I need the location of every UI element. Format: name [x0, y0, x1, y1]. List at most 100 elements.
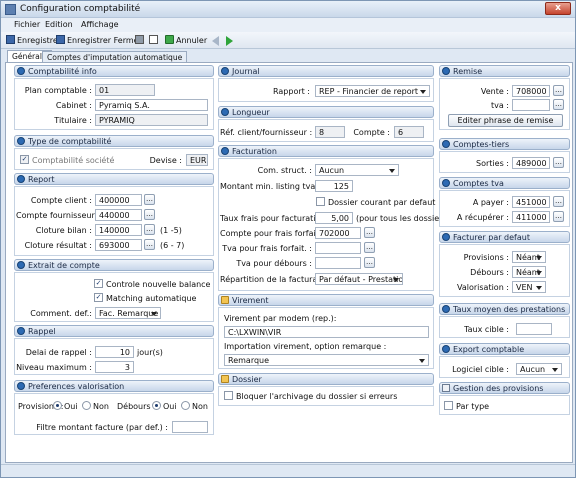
compte-frais-field[interactable]: 702000: [315, 227, 361, 239]
debours-oui-label: Oui: [163, 402, 177, 411]
tva-debours-lookup-button[interactable]: …: [364, 257, 375, 268]
save-button[interactable]: Enregistrer: [6, 35, 61, 47]
sorties-lookup-button[interactable]: …: [553, 157, 564, 168]
tva-frais-lookup-button[interactable]: …: [364, 242, 375, 253]
a-payer-lookup-button[interactable]: …: [553, 196, 564, 207]
comptes-tva-icon: [442, 179, 450, 187]
cloture-bilan-range: (1 -5): [160, 226, 182, 235]
debours-oui-radio[interactable]: [152, 401, 161, 410]
next-arrow-icon[interactable]: [226, 36, 233, 46]
par-type-checkbox[interactable]: [444, 401, 453, 410]
section-type-comptabilite: Type de comptabilité: [14, 135, 214, 147]
a-payer-label: A payer :: [472, 198, 509, 207]
facturer-debours-select[interactable]: Néant: [512, 266, 546, 278]
cloture-resultat-range: (6 - 7): [160, 241, 185, 250]
section-gestion-provisions: Gestion des provisions: [439, 382, 570, 394]
remise-tva-lookup-button[interactable]: …: [553, 99, 564, 110]
cloture-bilan-lookup-button[interactable]: …: [144, 224, 155, 235]
section-virement: Virement: [218, 294, 434, 306]
matching-automatique-checkbox[interactable]: [94, 293, 103, 302]
devise-field: EUR: [186, 154, 208, 166]
section-comptabilite-info: Comptabilité info: [14, 65, 214, 77]
ref-client-field[interactable]: 8: [315, 126, 345, 138]
bloquer-archivage-checkbox[interactable]: [224, 391, 233, 400]
report-icon: [17, 175, 25, 183]
sorties-label: Sorties :: [476, 159, 509, 168]
a-payer-field[interactable]: 451000: [512, 196, 550, 208]
a-recuperer-field[interactable]: 411000: [512, 211, 550, 223]
comptabilite-societe-checkbox[interactable]: [20, 155, 29, 164]
preview-button[interactable]: [149, 35, 160, 47]
tva-frais-field[interactable]: [315, 242, 361, 254]
previous-arrow-icon[interactable]: [212, 36, 219, 46]
save-close-button[interactable]: Enregistrer Fermer: [56, 35, 142, 47]
provisions-non-radio[interactable]: [82, 401, 91, 410]
provisions-non-label: Non: [93, 402, 109, 411]
section-export-comptable: Export comptable: [439, 343, 570, 355]
section-facturation: Facturation: [218, 145, 434, 157]
section-report: Report: [14, 173, 214, 185]
facturation-box: [218, 158, 434, 291]
filtre-montant-field[interactable]: [172, 421, 208, 433]
cloture-resultat-field[interactable]: 693000: [95, 239, 142, 251]
cabinet-label: Cabinet :: [55, 101, 92, 110]
cancel-button[interactable]: Annuler: [165, 35, 207, 47]
logiciel-cible-select[interactable]: Aucun: [516, 363, 562, 375]
dossier-courant-checkbox[interactable]: [316, 197, 325, 206]
app-icon: [5, 4, 16, 15]
delai-rappel-field[interactable]: 10: [95, 346, 134, 358]
montant-min-field[interactable]: 125: [315, 180, 353, 192]
tva-debours-field[interactable]: [315, 257, 361, 269]
taux-frais-field[interactable]: 5,00: [315, 212, 353, 224]
cabinet-field[interactable]: Pyramiq S.A.: [95, 99, 208, 111]
repartition-select[interactable]: Par défaut - Prestations: [315, 273, 403, 285]
pref-debours-label: Débours :: [117, 402, 156, 411]
valorisation-select[interactable]: VEN: [512, 281, 546, 293]
comment-def-select[interactable]: Fac. Remarque: [95, 307, 161, 319]
remise-tva-label: tva :: [490, 101, 509, 110]
cloture-bilan-field[interactable]: 140000: [95, 224, 142, 236]
info-icon: [17, 67, 25, 75]
provisions-oui-radio[interactable]: [53, 401, 62, 410]
dossier-courant-label: Dossier courant par defaut: [328, 198, 436, 207]
print-button[interactable]: [135, 35, 146, 47]
journal-icon: [221, 67, 229, 75]
compte-frais-label: Compte pour frais forfait. :: [220, 229, 327, 238]
debours-non-radio[interactable]: [181, 401, 190, 410]
filtre-montant-label: Filtre montant facture (par def.) :: [36, 423, 168, 432]
dossier-folder-icon: [221, 375, 229, 383]
menu-affichage[interactable]: Affichage: [81, 20, 119, 29]
compte-fournisseur-lookup-button[interactable]: …: [144, 209, 155, 220]
facturer-provisions-select[interactable]: Néant: [512, 251, 546, 263]
menu-edition[interactable]: Edition: [45, 20, 73, 29]
cloture-resultat-lookup-button[interactable]: …: [144, 239, 155, 250]
longueur-compte-field[interactable]: 6: [394, 126, 424, 138]
compte-client-lookup-button[interactable]: …: [144, 194, 155, 205]
niveau-max-label: Niveau maximum :: [16, 363, 92, 372]
comptes-tiers-icon: [442, 140, 450, 148]
taux-cible-field[interactable]: [516, 323, 552, 335]
compte-fournisseur-field[interactable]: 440000: [95, 209, 142, 221]
controle-balance-checkbox[interactable]: [94, 279, 103, 288]
rapport-select[interactable]: REP - Financier de report: [315, 85, 430, 97]
importation-virement-select[interactable]: Remarque: [224, 354, 429, 366]
vente-lookup-button[interactable]: …: [553, 85, 564, 96]
niveau-max-field[interactable]: 3: [95, 361, 134, 373]
editer-phrase-remise-button[interactable]: Editer phrase de remise: [448, 114, 563, 127]
compte-client-field[interactable]: 400000: [95, 194, 142, 206]
menu-fichier[interactable]: Fichier: [14, 20, 40, 29]
close-button[interactable]: x: [545, 2, 571, 15]
tva-debours-label: Tva pour débours :: [236, 259, 312, 268]
virement-modem-field[interactable]: C:\LXWIN\VIR: [224, 326, 429, 338]
plan-label: Plan comptable :: [24, 86, 92, 95]
document-icon: [442, 384, 450, 392]
com-struct-select[interactable]: Aucun: [315, 164, 399, 176]
facturation-icon: [221, 147, 229, 155]
compte-frais-lookup-button[interactable]: …: [364, 227, 375, 238]
section-extrait-compte: Extrait de compte: [14, 259, 214, 271]
sorties-field[interactable]: 489000: [512, 157, 550, 169]
tab-strip: Générale Comptes d'imputation automatiqu…: [1, 50, 575, 63]
vente-field[interactable]: 708000: [512, 85, 550, 97]
a-recuperer-lookup-button[interactable]: …: [553, 211, 564, 222]
remise-tva-field[interactable]: [512, 99, 550, 111]
